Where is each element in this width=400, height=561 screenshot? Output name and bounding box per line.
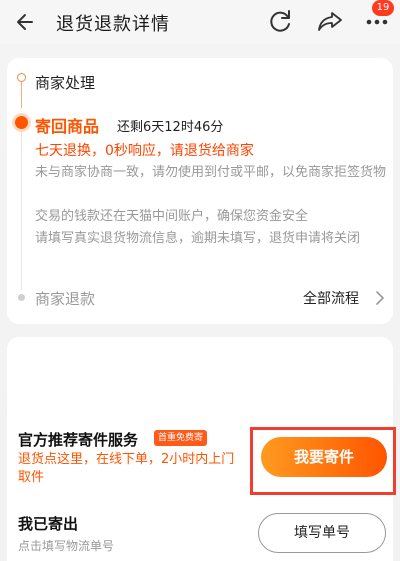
return-progress-card: 商家处理 寄回商品 还剩6天12时46分 七天退换，0秒响应，请退货给商家 未与…: [7, 58, 393, 324]
step-merchant-handle: 商家处理: [35, 74, 96, 92]
chevron-right-icon[interactable]: [374, 290, 386, 306]
payment-note: 未与商家协商一致，请勿使用到付或平邮，以免商家拒签货物: [35, 165, 387, 180]
free-shipping-tag: 首重免费寄: [154, 430, 208, 446]
timeline-dot-pending: [18, 294, 25, 301]
safety-note: 交易的钱款还在天猫中间账户，确保您资金安全: [35, 209, 309, 224]
page-title: 退货退款详情: [56, 14, 170, 35]
back-arrow-icon[interactable]: [12, 8, 40, 36]
refresh-icon[interactable]: [266, 6, 296, 36]
notification-badge: 19: [372, 0, 394, 16]
tracking-hint: 点击填写物流单号: [18, 539, 115, 553]
fill-tracking-number-button[interactable]: 填写单号: [258, 513, 386, 553]
step-merchant-refund: 商家退款: [35, 290, 96, 308]
top-bar: 退货退款详情 19: [0, 0, 400, 44]
all-flow-link[interactable]: 全部流程: [303, 288, 359, 308]
service-title: 官方推荐寄件服务: [18, 431, 139, 449]
shipping-card: 官方推荐寄件服务 首重免费寄 退货点这里，在线下单，2小时内上门取件 我要寄件 …: [7, 337, 396, 561]
send-package-button[interactable]: 我要寄件: [261, 437, 387, 477]
already-sent-title: 我已寄出: [18, 515, 79, 533]
service-description: 退货点这里，在线下单，2小时内上门取件: [18, 452, 235, 485]
step-return-goods: 寄回商品: [35, 117, 100, 136]
timeline-dot-done: [17, 73, 26, 82]
share-icon[interactable]: [315, 6, 345, 36]
countdown-text: 还剩6天12时46分: [117, 120, 224, 135]
timeline-line: [21, 130, 22, 290]
fill-note: 请填写真实退货物流信息，逾期未填写，退货申请将关闭: [35, 231, 361, 246]
timeline-dot-current: [15, 116, 28, 129]
timeline-line: [21, 78, 22, 108]
policy-text: 七天退换，0秒响应，请退货给商家: [35, 143, 254, 159]
